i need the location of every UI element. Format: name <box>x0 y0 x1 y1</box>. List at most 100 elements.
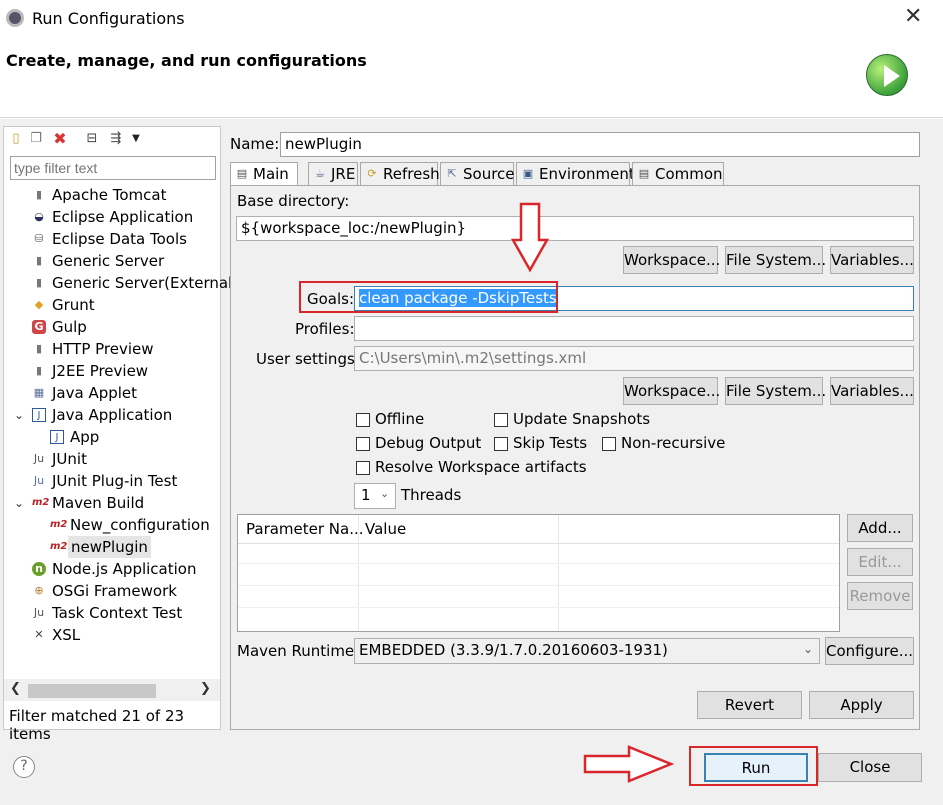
workspace-button[interactable]: Workspace... <box>623 246 720 274</box>
user-settings-label: User settings: <box>256 350 360 368</box>
tab-environment[interactable]: ▣ Environment <box>516 162 635 185</box>
configure-button[interactable]: Configure... <box>825 637 914 665</box>
profiles-field[interactable] <box>354 316 914 341</box>
server-icon: ▮ <box>35 342 43 355</box>
filter-input[interactable] <box>10 156 216 180</box>
tab-jre[interactable]: ☕ JRE <box>308 162 358 185</box>
tree-item-label: newPlugin <box>68 536 151 558</box>
tree-item[interactable]: Ju JUnit <box>4 448 218 470</box>
help-icon[interactable]: ? <box>13 756 35 778</box>
tree-item[interactable]: ▮ Generic Server(External <box>4 272 232 294</box>
tab-common[interactable]: ▤ Common <box>632 162 724 185</box>
non-recursive-checkbox[interactable] <box>602 437 616 451</box>
annotation-arrow-down-icon <box>510 202 550 273</box>
workspace-button-2[interactable]: Workspace... <box>623 377 720 405</box>
chevron-down-icon[interactable]: ⌄ <box>12 496 26 510</box>
tree-item-label: Apache Tomcat <box>52 186 167 204</box>
filter-icon[interactable]: ⇶ <box>108 131 124 147</box>
java-app-icon: J <box>50 430 64 444</box>
tree-item[interactable]: m2 New_configuration <box>4 514 218 536</box>
scroll-left-icon[interactable]: ❮ <box>10 681 21 696</box>
delete-icon[interactable]: ✖ <box>52 131 68 147</box>
base-directory-field[interactable]: ${workspace_loc:/newPlugin} <box>236 216 914 241</box>
new-config-icon[interactable]: ▯ <box>8 131 24 147</box>
revert-button[interactable]: Revert <box>697 691 802 719</box>
tree-item[interactable]: m2 newPlugin <box>4 536 218 558</box>
tree-item[interactable]: ◒ Eclipse Application <box>4 206 218 228</box>
edit-button[interactable]: Edit... <box>847 548 913 576</box>
tree-item-label: OSGi Framework <box>52 582 177 600</box>
tree-item[interactable]: n Node.js Application <box>4 558 218 580</box>
tree-item[interactable]: ⛁ Eclipse Data Tools <box>4 228 218 250</box>
tree-item[interactable]: J App <box>4 426 218 448</box>
param-value-header[interactable]: Value <box>365 520 406 538</box>
close-icon[interactable]: ✕ <box>904 6 922 28</box>
add-button[interactable]: Add... <box>847 514 913 542</box>
remove-button[interactable]: Remove <box>847 582 913 610</box>
tree-item[interactable]: ▮ Generic Server <box>4 250 218 272</box>
variables-button[interactable]: Variables... <box>830 246 914 274</box>
tree-item[interactable]: ▮ Apache Tomcat <box>4 184 218 206</box>
tab-refresh[interactable]: ⟳ Refresh <box>360 162 440 185</box>
tab-label: Environment <box>539 165 635 183</box>
resolve-workspace-label: Resolve Workspace artifacts <box>375 458 587 476</box>
update-snapshots-checkbox[interactable] <box>494 413 508 427</box>
tree-item-label: Generic Server(External <box>52 274 233 292</box>
user-settings-field[interactable]: C:\Users\min\.m2\settings.xml <box>354 346 914 371</box>
horizontal-scrollbar[interactable]: ❮ ❯ <box>4 679 220 701</box>
maven-runtime-select[interactable]: EMBEDDED (3.3.9/1.7.0.20160603-1931) ⌄ <box>354 638 820 664</box>
offline-label: Offline <box>375 410 425 428</box>
name-field[interactable]: newPlugin <box>280 132 920 157</box>
file-system-button[interactable]: File System... <box>725 246 826 274</box>
scroll-thumb[interactable] <box>28 684 156 698</box>
tree-item[interactable]: ▮ HTTP Preview <box>4 338 218 360</box>
base-directory-label: Base directory: <box>237 192 350 210</box>
tree-item[interactable]: Ju Task Context Test <box>4 602 218 624</box>
resolve-workspace-checkbox[interactable] <box>356 461 370 475</box>
title-bar: Run Configurations ✕ <box>0 0 943 38</box>
common-icon: ▤ <box>638 167 650 180</box>
apply-button[interactable]: Apply <box>809 691 914 719</box>
server-icon: ▮ <box>35 276 43 289</box>
collapse-all-icon[interactable]: ⊟ <box>84 131 100 147</box>
eclipse-icon: ◒ <box>34 210 44 223</box>
tab-source[interactable]: ⇱ Source <box>440 162 515 185</box>
filter-status: Filter matched 21 of 23 items <box>9 707 185 743</box>
scroll-right-icon[interactable]: ❯ <box>200 681 211 696</box>
tree-item-label: Maven Build <box>52 494 145 512</box>
file-system-button-2[interactable]: File System... <box>725 377 826 405</box>
tree-item[interactable]: ⌄ m2 Maven Build <box>4 492 218 514</box>
tree-item[interactable]: ⊕ OSGi Framework <box>4 580 218 602</box>
refresh-icon: ⟳ <box>367 167 377 180</box>
view-menu-icon[interactable]: ▼ <box>128 131 144 147</box>
tab-label: Common <box>655 165 723 183</box>
duplicate-icon[interactable]: ❐ <box>28 131 44 147</box>
run-banner-icon <box>866 54 908 96</box>
tree-item[interactable]: Ju JUnit Plug-in Test <box>4 470 218 492</box>
tree-item-label: Gulp <box>52 318 87 336</box>
source-icon: ⇱ <box>447 167 457 180</box>
chevron-down-icon[interactable]: ⌄ <box>12 408 26 422</box>
close-button[interactable]: Close <box>818 753 922 782</box>
tree-item[interactable]: ▦ Java Applet <box>4 382 218 404</box>
parameters-table[interactable]: Parameter Na... Value <box>237 514 840 632</box>
offline-checkbox[interactable] <box>356 413 370 427</box>
tree-item[interactable]: ▮ J2EE Preview <box>4 360 218 382</box>
tree-item[interactable]: G Gulp <box>4 316 218 338</box>
tree-item-label: Eclipse Application <box>52 208 194 226</box>
tree-item[interactable]: ✕ XSL <box>4 624 218 646</box>
variables-button-2[interactable]: Variables... <box>830 377 914 405</box>
tree-item-label: JUnit Plug-in Test <box>52 472 178 490</box>
java-app-icon: J <box>32 408 46 422</box>
skip-tests-checkbox[interactable] <box>494 437 508 451</box>
chevron-down-icon: ⌄ <box>380 487 390 500</box>
window-title: Run Configurations <box>32 9 185 28</box>
tree-item[interactable]: ◆ Grunt <box>4 294 218 316</box>
param-name-header[interactable]: Parameter Na... <box>246 520 364 538</box>
tab-main[interactable]: ▤ Main <box>230 162 298 186</box>
tree-item[interactable]: ⌄ J Java Application <box>4 404 218 426</box>
debug-output-checkbox[interactable] <box>356 437 370 451</box>
threads-select[interactable]: 1 ⌄ <box>354 483 396 509</box>
config-tree-panel: ▯ ❐ ✖ ⊟ ⇶ ▼ ▮ Apache Tomcat ◒ Eclipse Appli… <box>3 126 232 743</box>
junit-icon: Ju <box>33 452 45 465</box>
